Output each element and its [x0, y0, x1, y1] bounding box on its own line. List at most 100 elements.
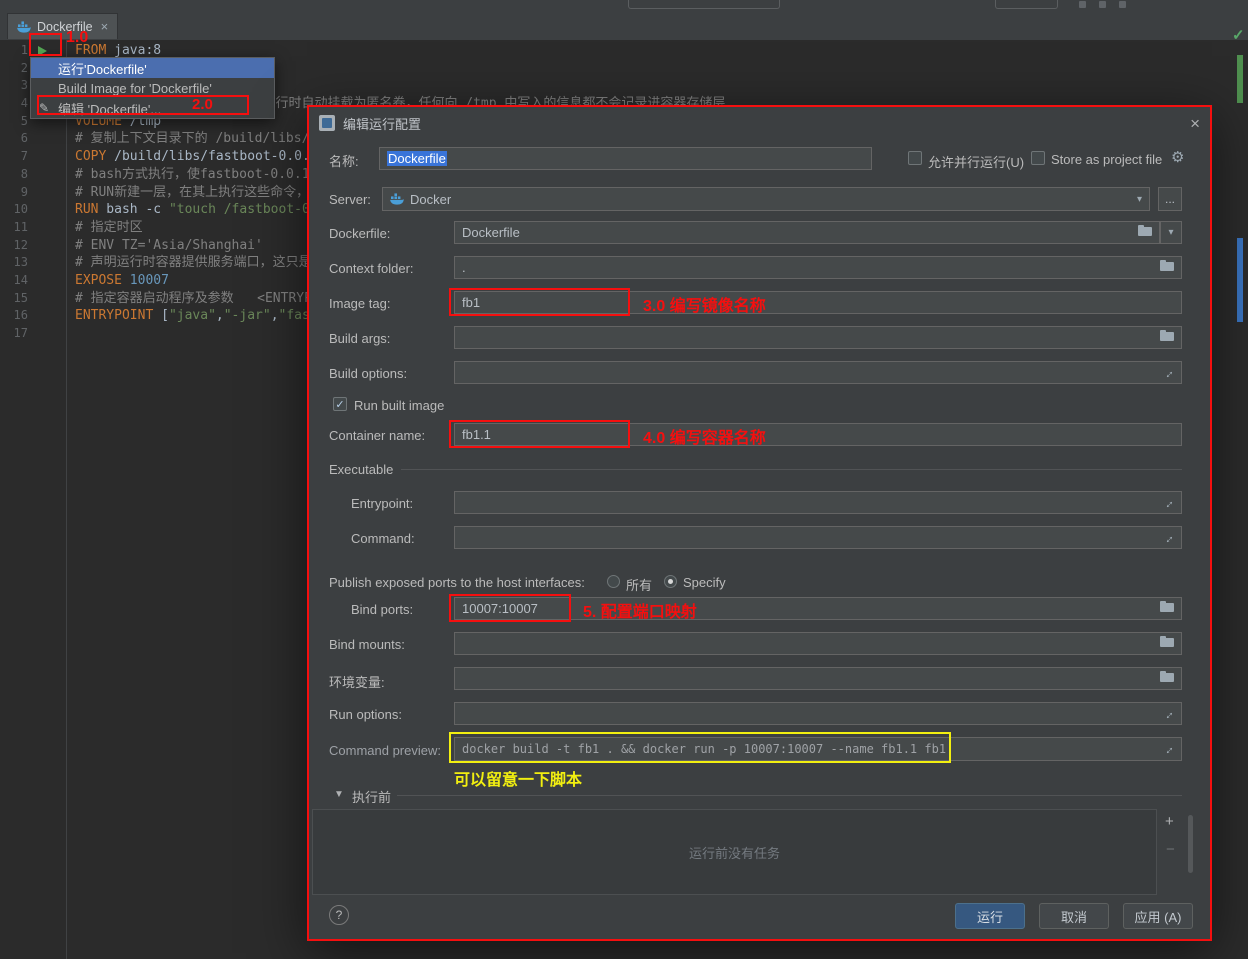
gutter-icon-slot — [28, 307, 66, 325]
close-icon[interactable]: × — [101, 20, 109, 33]
context-folder-input[interactable]: . — [454, 256, 1182, 279]
menu-item[interactable]: ✎编辑 'Dockerfile'... — [31, 98, 274, 118]
check-icon: ✓ — [335, 398, 344, 411]
apply-button[interactable]: 应用 (A) — [1123, 903, 1193, 929]
radio-all-label: 所有 — [626, 575, 652, 594]
error-stripe-green[interactable] — [1237, 55, 1243, 103]
build-options-label: Build options: — [329, 366, 407, 381]
dockerfile-input[interactable]: Dockerfile — [454, 221, 1160, 244]
toolbar-fragment — [628, 0, 780, 9]
entrypoint-label: Entrypoint: — [351, 496, 413, 511]
line-number: 3 — [0, 77, 28, 95]
server-select[interactable]: Docker ▾ — [382, 187, 1150, 211]
dockerfile-dropdown-button[interactable]: ▾ — [1160, 221, 1182, 244]
bind-mounts-label: Bind mounts: — [329, 637, 405, 652]
radio-all-ports[interactable] — [607, 575, 620, 588]
menu-item-label: Build Image for 'Dockerfile' — [58, 81, 212, 96]
line-number: 17 — [0, 325, 28, 343]
server-browse-button[interactable]: ... — [1158, 187, 1182, 211]
expand-icon[interactable]: ↔ — [1160, 741, 1177, 758]
pencil-icon: ✎ — [39, 101, 49, 115]
store-project-file-label: Store as project file — [1051, 152, 1162, 167]
image-tag-label: Image tag: — [329, 296, 390, 311]
name-input[interactable]: Dockerfile — [379, 147, 872, 170]
gutter-icon-slot — [28, 184, 66, 202]
bind-ports-input[interactable]: 10007:10007 — [454, 597, 1182, 620]
command-preview-field: docker build -t fb1 . && docker run -p 1… — [454, 737, 1182, 761]
menu-item-label: 运行'Dockerfile' — [58, 59, 147, 78]
help-button[interactable]: ? — [329, 905, 349, 925]
line-number: 13 — [0, 254, 28, 272]
collapse-icon[interactable]: ▼ — [334, 789, 344, 800]
command-label: Command: — [351, 531, 415, 546]
close-icon[interactable]: × — [1190, 115, 1200, 132]
code-text: EXPOSE 10007 — [66, 272, 169, 290]
gutter-icon-slot — [28, 166, 66, 184]
radio-specify-ports[interactable] — [664, 575, 677, 588]
folder-icon[interactable] — [1160, 332, 1174, 343]
folder-icon[interactable] — [1160, 673, 1174, 684]
publish-ports-label: Publish exposed ports to the host interf… — [329, 575, 585, 590]
entrypoint-input[interactable]: ↔ — [454, 491, 1182, 514]
toolbar-icon — [1099, 1, 1106, 8]
folder-icon[interactable] — [1160, 638, 1174, 649]
code-text: # 指定时区 — [66, 219, 143, 237]
bind-mounts-input[interactable] — [454, 632, 1182, 655]
run-button[interactable]: 运行 — [955, 903, 1025, 929]
build-args-label: Build args: — [329, 331, 390, 346]
expand-icon[interactable]: ↔ — [1160, 705, 1177, 722]
docker-icon — [17, 21, 31, 33]
container-name-input[interactable]: fb1.1 — [454, 423, 1182, 446]
expand-icon[interactable]: ↔ — [1160, 494, 1177, 511]
line-number: 8 — [0, 166, 28, 184]
help-icon: ? — [336, 908, 343, 922]
folder-icon[interactable] — [1138, 227, 1152, 238]
line-number: 7 — [0, 148, 28, 166]
name-value: Dockerfile — [387, 151, 447, 166]
error-stripe-blue[interactable] — [1237, 238, 1243, 322]
cancel-button[interactable]: 取消 — [1039, 903, 1109, 929]
folder-icon[interactable] — [1160, 262, 1174, 273]
add-task-button[interactable]: + — [1165, 814, 1174, 829]
line-number: 9 — [0, 184, 28, 202]
image-tag-input[interactable]: fb1 — [454, 291, 1182, 314]
before-launch-empty-text: 运行前没有任务 — [689, 843, 780, 862]
build-args-input[interactable] — [454, 326, 1182, 349]
inspections-ok-icon: ✓ — [1232, 26, 1245, 44]
build-options-input[interactable]: ↔ — [454, 361, 1182, 384]
section-divider — [401, 469, 1182, 470]
tab-label: Dockerfile — [37, 20, 93, 34]
line-number: 2 — [0, 60, 28, 78]
line-number: 4 — [0, 95, 28, 113]
gutter-icon-slot — [28, 219, 66, 237]
scrollbar-thumb[interactable] — [1188, 815, 1193, 873]
server-label: Server: — [329, 192, 371, 207]
checkbox-run-built-image[interactable]: ✓ — [333, 397, 347, 411]
gutter-icon-slot — [28, 254, 66, 272]
ide-header: Dockerfile × — [0, 0, 1248, 41]
menu-item[interactable]: Build Image for 'Dockerfile' — [31, 78, 274, 98]
checkbox-allow-parallel[interactable] — [908, 151, 922, 165]
section-divider — [397, 795, 1182, 796]
folder-icon[interactable] — [1160, 603, 1174, 614]
run-options-input[interactable]: ↔ — [454, 702, 1182, 725]
container-name-label: Container name: — [329, 428, 425, 443]
line-number: 15 — [0, 290, 28, 308]
gutter-icon-slot — [28, 148, 66, 166]
remove-task-button[interactable]: − — [1166, 842, 1175, 857]
expand-icon[interactable]: ↔ — [1160, 364, 1177, 381]
env-vars-input[interactable] — [454, 667, 1182, 690]
gutter-icon-slot — [28, 130, 66, 148]
line-number: 6 — [0, 130, 28, 148]
expand-icon[interactable]: ↔ — [1160, 529, 1177, 546]
radio-specify-label: Specify — [683, 575, 726, 590]
command-input[interactable]: ↔ — [454, 526, 1182, 549]
run-icon[interactable] — [38, 46, 47, 56]
menu-item[interactable]: 运行'Dockerfile' — [31, 58, 274, 78]
toolbar-icon — [1119, 1, 1126, 8]
gear-icon[interactable]: ⚙ — [1171, 150, 1184, 165]
line-number: 12 — [0, 237, 28, 255]
toolbar-fragment — [995, 0, 1058, 9]
checkbox-store-project-file[interactable] — [1031, 151, 1045, 165]
tab-dockerfile[interactable]: Dockerfile × — [7, 13, 118, 39]
